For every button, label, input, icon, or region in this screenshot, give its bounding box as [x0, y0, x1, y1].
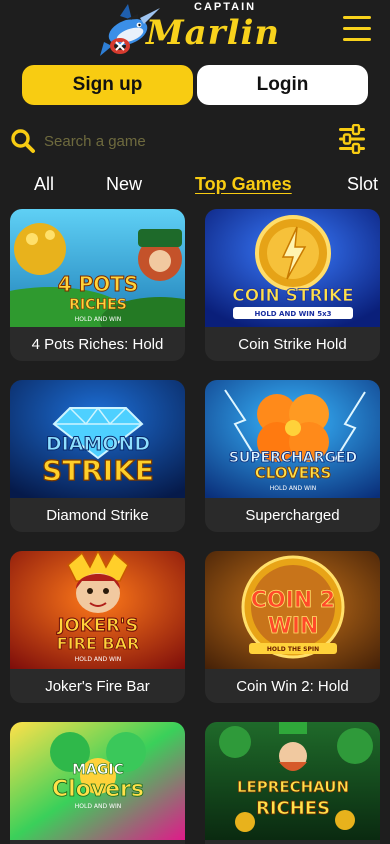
art-subtitle: HOLD AND WIN: [75, 656, 121, 663]
logo-marlin-text: Marlin: [146, 13, 281, 53]
art-title-line1: DIAMOND: [46, 433, 150, 455]
game-thumbnail: COIN STRIKE HOLD AND WIN 5x3: [205, 209, 380, 327]
tab-slot[interactable]: Slot: [347, 174, 378, 195]
art-title-line1: COIN STRIKE: [232, 286, 353, 306]
search-bar: [10, 122, 380, 162]
hamburger-menu-icon[interactable]: [343, 16, 371, 44]
tab-all[interactable]: All: [34, 174, 54, 195]
sign-up-button[interactable]: Sign up: [22, 65, 193, 105]
game-thumbnail: 4 POTS RICHES HOLD AND WIN: [10, 209, 185, 327]
art-title-line1: LEPRECHAUN: [237, 778, 349, 796]
art-title-line1: MAGIC: [72, 762, 124, 778]
art-title-line2: STRIKE: [42, 454, 154, 487]
game-card[interactable]: MAGIC Clovers HOLD AND WIN: [10, 722, 185, 844]
art-title-line2: WIN: [268, 614, 319, 639]
captain-marlin-logo[interactable]: CAPTAIN Marlin: [98, 0, 298, 62]
game-title: [10, 840, 185, 844]
game-thumbnail: DIAMOND STRIKE: [10, 380, 185, 498]
art-title-line1: 4 POTS: [58, 272, 139, 296]
game-title: Joker's Fire Bar: [45, 677, 150, 695]
game-card[interactable]: COIN STRIKE HOLD AND WIN 5x3 Coin Strike…: [205, 209, 380, 361]
game-title: Coin Win 2: Hold: [236, 677, 349, 695]
art-title-line2: CLOVERS: [255, 464, 332, 482]
game-title: Coin Strike Hold: [238, 335, 347, 353]
art-title-line1: COIN 2: [251, 588, 335, 613]
game-thumbnail: COIN 2 WIN HOLD THE SPIN: [205, 551, 380, 669]
game-title: [205, 840, 380, 844]
search-icon[interactable]: [10, 128, 36, 154]
tab-new[interactable]: New: [106, 174, 142, 195]
art-subtitle: HOLD AND WIN: [270, 485, 316, 492]
game-title: Supercharged: [245, 506, 340, 524]
header: CAPTAIN Marlin: [0, 0, 390, 62]
filter-sliders-icon[interactable]: [338, 124, 366, 154]
game-thumbnail: SUPERCHARGED CLOVERS HOLD AND WIN: [205, 380, 380, 498]
game-thumbnail: MAGIC Clovers HOLD AND WIN: [10, 722, 185, 840]
game-title: 4 Pots Riches: Hold: [31, 335, 164, 353]
art-title-line2: RICHES: [256, 798, 330, 819]
logo-captain-text: CAPTAIN: [194, 1, 257, 13]
login-button[interactable]: Login: [197, 65, 368, 105]
game-card[interactable]: SUPERCHARGED CLOVERS HOLD AND WIN Superc…: [205, 380, 380, 532]
game-card[interactable]: LEPRECHAUN RICHES: [205, 722, 380, 844]
art-subtitle: HOLD AND WIN: [75, 316, 121, 323]
art-subtitle: HOLD AND WIN: [75, 803, 121, 810]
game-card[interactable]: 4 POTS RICHES HOLD AND WIN 4 Pots Riches…: [10, 209, 185, 361]
game-thumbnail: LEPRECHAUN RICHES: [205, 722, 380, 840]
tab-top-games[interactable]: Top Games: [195, 174, 292, 195]
art-title-line2: Clovers: [52, 777, 144, 802]
game-card[interactable]: COIN 2 WIN HOLD THE SPIN Coin Win 2: Hol…: [205, 551, 380, 703]
game-title: Diamond Strike: [46, 506, 149, 524]
game-card[interactable]: JOKER'S FIRE BAR HOLD AND WIN Joker's Fi…: [10, 551, 185, 703]
art-subtitle: HOLD AND WIN 5x3: [255, 310, 332, 318]
art-title-line2: FIRE BAR: [57, 634, 140, 653]
art-subtitle: HOLD THE SPIN: [267, 646, 319, 653]
category-tabs: All New Top Games Slot: [0, 170, 390, 202]
art-title-line1: JOKER'S: [56, 615, 139, 636]
game-card[interactable]: DIAMOND STRIKE Diamond Strike: [10, 380, 185, 532]
art-title-line2: RICHES: [69, 297, 127, 313]
search-input[interactable]: [44, 126, 324, 156]
game-thumbnail: JOKER'S FIRE BAR HOLD AND WIN: [10, 551, 185, 669]
